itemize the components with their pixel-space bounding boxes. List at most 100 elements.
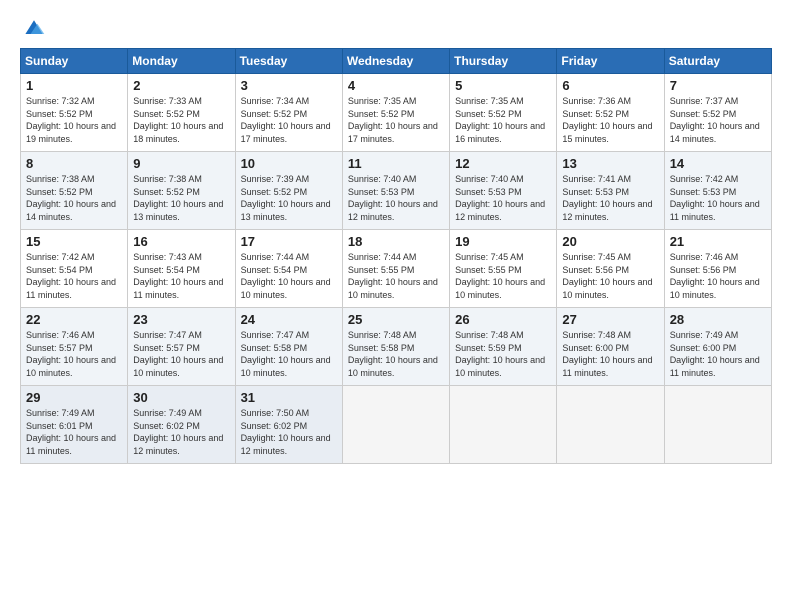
calendar-day-12: 12 Sunrise: 7:40 AMSunset: 5:53 PMDayligh… [450,152,557,230]
day-number: 28 [670,312,766,327]
day-info: Sunrise: 7:48 AMSunset: 5:58 PMDaylight:… [348,329,444,379]
day-info: Sunrise: 7:34 AMSunset: 5:52 PMDaylight:… [241,95,337,145]
calendar-day-4: 4 Sunrise: 7:35 AMSunset: 5:52 PMDaylight… [342,74,449,152]
calendar-page: SundayMondayTuesdayWednesdayThursdayFrid… [0,0,792,612]
day-number: 21 [670,234,766,249]
calendar-table: SundayMondayTuesdayWednesdayThursdayFrid… [20,48,772,464]
day-number: 23 [133,312,229,327]
day-number: 20 [562,234,658,249]
calendar-day-7: 7 Sunrise: 7:37 AMSunset: 5:52 PMDaylight… [664,74,771,152]
day-info: Sunrise: 7:48 AMSunset: 5:59 PMDaylight:… [455,329,551,379]
calendar-day-10: 10 Sunrise: 7:39 AMSunset: 5:52 PMDayligh… [235,152,342,230]
day-info: Sunrise: 7:33 AMSunset: 5:52 PMDaylight:… [133,95,229,145]
day-number: 11 [348,156,444,171]
day-info: Sunrise: 7:42 AMSunset: 5:54 PMDaylight:… [26,251,122,301]
calendar-day-5: 5 Sunrise: 7:35 AMSunset: 5:52 PMDaylight… [450,74,557,152]
day-number: 12 [455,156,551,171]
logo [20,18,46,38]
calendar-week-3: 15 Sunrise: 7:42 AMSunset: 5:54 PMDayligh… [21,230,772,308]
day-info: Sunrise: 7:37 AMSunset: 5:52 PMDaylight:… [670,95,766,145]
day-info: Sunrise: 7:43 AMSunset: 5:54 PMDaylight:… [133,251,229,301]
calendar-day-11: 11Sunrise: 7:40 AMSunset: 5:53 PMDayligh… [342,152,449,230]
calendar-week-4: 22 Sunrise: 7:46 AMSunset: 5:57 PMDayligh… [21,308,772,386]
calendar-day-23: 23 Sunrise: 7:47 AMSunset: 5:57 PMDayligh… [128,308,235,386]
day-number: 10 [241,156,337,171]
day-number: 31 [241,390,337,405]
calendar-day-29: 29 Sunrise: 7:49 AMSunset: 6:01 PMDayligh… [21,386,128,464]
calendar-day-19: 19 Sunrise: 7:45 AMSunset: 5:55 PMDayligh… [450,230,557,308]
day-info: Sunrise: 7:40 AMSunset: 5:53 PMDaylight:… [455,173,551,223]
day-header-monday: Monday [128,49,235,74]
day-number: 7 [670,78,766,93]
empty-cell [342,386,449,464]
day-info: Sunrise: 7:46 AMSunset: 5:57 PMDaylight:… [26,329,122,379]
calendar-week-1: 1Sunrise: 7:32 AMSunset: 5:52 PMDaylight… [21,74,772,152]
day-info: Sunrise: 7:46 AMSunset: 5:56 PMDaylight:… [670,251,766,301]
calendar-day-16: 16Sunrise: 7:43 AMSunset: 5:54 PMDayligh… [128,230,235,308]
day-header-friday: Friday [557,49,664,74]
day-number: 15 [26,234,122,249]
day-info: Sunrise: 7:47 AMSunset: 5:57 PMDaylight:… [133,329,229,379]
day-header-wednesday: Wednesday [342,49,449,74]
calendar-day-1: 1Sunrise: 7:32 AMSunset: 5:52 PMDaylight… [21,74,128,152]
day-header-sunday: Sunday [21,49,128,74]
calendar-day-6: 6 Sunrise: 7:36 AMSunset: 5:52 PMDaylight… [557,74,664,152]
day-info: Sunrise: 7:45 AMSunset: 5:55 PMDaylight:… [455,251,551,301]
calendar-day-28: 28 Sunrise: 7:49 AMSunset: 6:00 PMDayligh… [664,308,771,386]
day-number: 3 [241,78,337,93]
calendar-day-9: 9 Sunrise: 7:38 AMSunset: 5:52 PMDaylight… [128,152,235,230]
day-header-saturday: Saturday [664,49,771,74]
day-info: Sunrise: 7:47 AMSunset: 5:58 PMDaylight:… [241,329,337,379]
day-info: Sunrise: 7:41 AMSunset: 5:53 PMDaylight:… [562,173,658,223]
calendar-week-2: 8 Sunrise: 7:38 AMSunset: 5:52 PMDaylight… [21,152,772,230]
day-info: Sunrise: 7:38 AMSunset: 5:52 PMDaylight:… [133,173,229,223]
day-number: 18 [348,234,444,249]
calendar-week-5: 29 Sunrise: 7:49 AMSunset: 6:01 PMDayligh… [21,386,772,464]
day-info: Sunrise: 7:49 AMSunset: 6:00 PMDaylight:… [670,329,766,379]
header [20,18,772,38]
day-info: Sunrise: 7:50 AMSunset: 6:02 PMDaylight:… [241,407,337,457]
calendar-day-8: 8 Sunrise: 7:38 AMSunset: 5:52 PMDaylight… [21,152,128,230]
calendar-day-31: 31 Sunrise: 7:50 AMSunset: 6:02 PMDayligh… [235,386,342,464]
day-info: Sunrise: 7:49 AMSunset: 6:02 PMDaylight:… [133,407,229,457]
day-number: 14 [670,156,766,171]
day-header-tuesday: Tuesday [235,49,342,74]
calendar-day-3: 3 Sunrise: 7:34 AMSunset: 5:52 PMDaylight… [235,74,342,152]
day-number: 2 [133,78,229,93]
day-number: 8 [26,156,122,171]
calendar-header-row: SundayMondayTuesdayWednesdayThursdayFrid… [21,49,772,74]
day-number: 9 [133,156,229,171]
day-number: 1 [26,78,122,93]
calendar-day-17: 17 Sunrise: 7:44 AMSunset: 5:54 PMDayligh… [235,230,342,308]
calendar-day-24: 24 Sunrise: 7:47 AMSunset: 5:58 PMDayligh… [235,308,342,386]
calendar-day-21: 21 Sunrise: 7:46 AMSunset: 5:56 PMDayligh… [664,230,771,308]
calendar-day-26: 26 Sunrise: 7:48 AMSunset: 5:59 PMDayligh… [450,308,557,386]
day-info: Sunrise: 7:49 AMSunset: 6:01 PMDaylight:… [26,407,122,457]
calendar-day-22: 22 Sunrise: 7:46 AMSunset: 5:57 PMDayligh… [21,308,128,386]
day-number: 4 [348,78,444,93]
day-number: 26 [455,312,551,327]
day-info: Sunrise: 7:36 AMSunset: 5:52 PMDaylight:… [562,95,658,145]
day-number: 5 [455,78,551,93]
day-header-thursday: Thursday [450,49,557,74]
calendar-day-20: 20Sunrise: 7:45 AMSunset: 5:56 PMDayligh… [557,230,664,308]
day-info: Sunrise: 7:35 AMSunset: 5:52 PMDaylight:… [348,95,444,145]
day-info: Sunrise: 7:38 AMSunset: 5:52 PMDaylight:… [26,173,122,223]
day-info: Sunrise: 7:42 AMSunset: 5:53 PMDaylight:… [670,173,766,223]
day-number: 29 [26,390,122,405]
day-info: Sunrise: 7:44 AMSunset: 5:54 PMDaylight:… [241,251,337,301]
day-number: 6 [562,78,658,93]
calendar-day-14: 14 Sunrise: 7:42 AMSunset: 5:53 PMDayligh… [664,152,771,230]
day-number: 30 [133,390,229,405]
day-info: Sunrise: 7:39 AMSunset: 5:52 PMDaylight:… [241,173,337,223]
calendar-day-13: 13Sunrise: 7:41 AMSunset: 5:53 PMDayligh… [557,152,664,230]
empty-cell [450,386,557,464]
day-number: 24 [241,312,337,327]
day-number: 19 [455,234,551,249]
calendar-day-15: 15 Sunrise: 7:42 AMSunset: 5:54 PMDayligh… [21,230,128,308]
day-number: 25 [348,312,444,327]
day-number: 17 [241,234,337,249]
day-info: Sunrise: 7:35 AMSunset: 5:52 PMDaylight:… [455,95,551,145]
day-number: 22 [26,312,122,327]
empty-cell [557,386,664,464]
